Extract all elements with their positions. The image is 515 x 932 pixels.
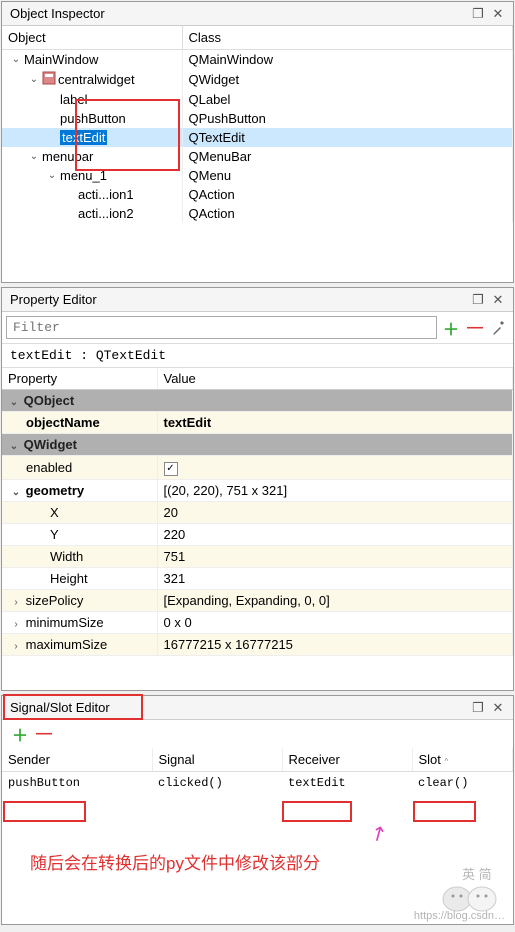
annotation-text: 随后会在转换后的py文件中修改该部分 xyxy=(30,849,320,874)
add-connection-button[interactable]: ＋ xyxy=(10,724,30,744)
tree-item-label: menu_1 xyxy=(60,168,107,183)
mascot-image: 英 简 xyxy=(437,864,507,914)
tree-item-label: pushButton xyxy=(60,111,126,126)
signal-slot-toolbar: ＋ — xyxy=(2,720,513,748)
col-property[interactable]: Property xyxy=(2,368,157,390)
prop-height[interactable]: Height321 xyxy=(2,567,513,589)
prop-x[interactable]: X20 xyxy=(2,501,513,523)
object-inspector-header: Object Inspector ❐ ✕ xyxy=(2,2,513,26)
filter-input[interactable] xyxy=(6,316,437,339)
tree-row-pushButton[interactable]: pushButton QPushButton xyxy=(2,109,513,128)
prop-y[interactable]: Y220 xyxy=(2,523,513,545)
dock-icon[interactable]: ❐ xyxy=(471,7,485,21)
filter-row: ＋ — xyxy=(2,312,513,344)
object-inspector-panel: Object Inspector ❐ ✕ Object Class ⌄MainW… xyxy=(1,1,514,283)
tree-row-label[interactable]: label QLabel xyxy=(2,90,513,109)
signal-cell[interactable]: clicked() xyxy=(152,772,282,795)
tree-item-label: centralwidget xyxy=(58,72,135,87)
close-icon[interactable]: ✕ xyxy=(491,7,505,21)
tree-item-label: acti...ion2 xyxy=(78,206,134,221)
group-qwidget[interactable]: ⌄ QWidget xyxy=(2,434,513,456)
tree-row-MainWindow[interactable]: ⌄MainWindow QMainWindow xyxy=(2,50,513,70)
sort-caret-icon: ^ xyxy=(445,757,449,766)
col-object[interactable]: Object xyxy=(2,26,182,50)
property-editor-header: Property Editor ❐ ✕ xyxy=(2,288,513,312)
expander-icon[interactable]: ⌄ xyxy=(46,170,58,181)
group-qobject[interactable]: ⌄ QObject xyxy=(2,390,513,412)
tree-row-menubar[interactable]: ⌄menubar QMenuBar xyxy=(2,147,513,166)
tree-item-class: QTextEdit xyxy=(182,128,513,147)
prop-enabled[interactable]: enabled✓ xyxy=(2,456,513,480)
tree-item-label: textEdit xyxy=(60,130,107,145)
expander-icon[interactable]: ⌄ xyxy=(28,74,40,85)
signal-slot-table: Sender Signal Receiver Slot ^ pushButton… xyxy=(2,748,513,794)
prop-geometry[interactable]: ⌄ geometry[(20, 220), 751 x 321] xyxy=(2,479,513,501)
object-path: textEdit : QTextEdit xyxy=(2,344,513,368)
sender-cell[interactable]: pushButton xyxy=(2,772,152,795)
tree-item-class: QWidget xyxy=(182,69,513,90)
tree-item-class: QLabel xyxy=(182,90,513,109)
tree-item-label: label xyxy=(60,92,87,107)
configure-button[interactable] xyxy=(489,318,509,338)
connection-row[interactable]: pushButton clicked() textEdit clear() xyxy=(2,772,513,795)
receiver-cell[interactable]: textEdit xyxy=(282,772,412,795)
watermark-text: https://blog.csdn… xyxy=(414,910,505,922)
svg-text:英 简: 英 简 xyxy=(462,867,492,882)
tree-row-centralwidget[interactable]: ⌄ centralwidget QWidget xyxy=(2,69,513,90)
col-value[interactable]: Value xyxy=(157,368,513,390)
col-signal[interactable]: Signal xyxy=(152,748,282,772)
prop-maximumsize[interactable]: › maximumSize16777215 x 16777215 xyxy=(2,633,513,655)
prop-width[interactable]: Width751 xyxy=(2,545,513,567)
tree-item-label: MainWindow xyxy=(24,52,98,67)
tree-item-class: QMenuBar xyxy=(182,147,513,166)
prop-minimumsize[interactable]: › minimumSize0 x 0 xyxy=(2,611,513,633)
col-class[interactable]: Class xyxy=(182,26,513,50)
tree-item-class: QAction xyxy=(182,204,513,223)
signal-slot-header: Signal/Slot Editor ❐ ✕ xyxy=(2,696,513,720)
tree-item-class: QAction xyxy=(182,185,513,204)
tree-item-class: QMenu xyxy=(182,166,513,185)
tree-row-acti...ion1[interactable]: acti...ion1 QAction xyxy=(2,185,513,204)
object-inspector-title: Object Inspector xyxy=(10,6,105,21)
tree-row-acti...ion2[interactable]: acti...ion2 QAction xyxy=(2,204,513,223)
dock-icon[interactable]: ❐ xyxy=(471,701,485,715)
tree-item-class: QPushButton xyxy=(182,109,513,128)
widget-icon xyxy=(42,71,56,88)
property-table: PropertyValue ⌄ QObject objectNametextEd… xyxy=(2,368,513,656)
col-slot[interactable]: Slot ^ xyxy=(412,748,513,772)
object-tree-header: Object Class xyxy=(2,26,513,50)
slot-cell[interactable]: clear() xyxy=(412,772,513,795)
property-editor-panel: Property Editor ❐ ✕ ＋ — textEdit : QText… xyxy=(1,287,514,691)
expander-icon[interactable]: ⌄ xyxy=(28,151,40,162)
tree-item-label: acti...ion1 xyxy=(78,187,134,202)
remove-connection-button[interactable]: — xyxy=(34,724,54,744)
prop-sizepolicy[interactable]: › sizePolicy[Expanding, Expanding, 0, 0] xyxy=(2,589,513,611)
close-icon[interactable]: ✕ xyxy=(491,701,505,715)
close-icon[interactable]: ✕ xyxy=(491,293,505,307)
add-property-button[interactable]: ＋ xyxy=(441,318,461,338)
col-sender[interactable]: Sender xyxy=(2,748,152,772)
dock-icon[interactable]: ❐ xyxy=(471,293,485,307)
signal-slot-title: Signal/Slot Editor xyxy=(10,700,110,715)
prop-objectname[interactable]: objectNametextEdit xyxy=(2,412,513,434)
expander-icon[interactable]: ⌄ xyxy=(10,54,22,65)
tree-item-label: menubar xyxy=(42,149,93,164)
tree-row-menu_1[interactable]: ⌄menu_1 QMenu xyxy=(2,166,513,185)
tree-row-textEdit[interactable]: textEdit QTextEdit xyxy=(2,128,513,147)
enabled-checkbox[interactable]: ✓ xyxy=(164,462,178,476)
tree-item-class: QMainWindow xyxy=(182,50,513,70)
remove-property-button[interactable]: — xyxy=(465,318,485,338)
property-editor-title: Property Editor xyxy=(10,292,97,307)
object-tree-table: Object Class ⌄MainWindowQMainWindow⌄cent… xyxy=(2,26,513,223)
col-receiver[interactable]: Receiver xyxy=(282,748,412,772)
